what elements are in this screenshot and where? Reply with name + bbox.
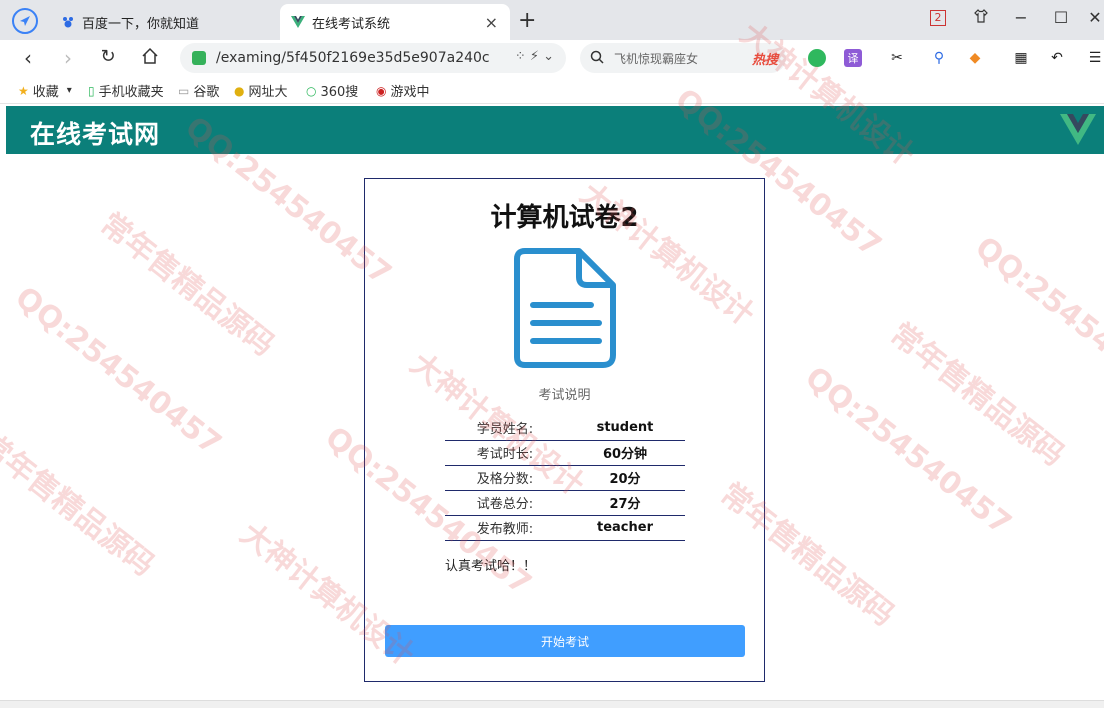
search360-icon: ○ xyxy=(306,83,317,98)
browser-tab-strip: 百度一下，你就知道 在线考试系统 × + 2 − ☐ ✕ xyxy=(0,0,1104,40)
close-tab-icon[interactable]: × xyxy=(485,13,498,32)
tab-exam-system[interactable]: 在线考试系统 × xyxy=(280,4,510,40)
row-value: student xyxy=(596,419,654,435)
forward-icon[interactable]: › xyxy=(56,46,80,70)
tab-title: 在线考试系统 xyxy=(312,16,391,32)
bookmark-label: 收藏 xyxy=(32,85,59,100)
secure-shield-icon xyxy=(192,51,206,65)
row-value: 27分 xyxy=(609,497,641,512)
game-icon: ◉ xyxy=(376,83,387,98)
chevron-down-icon[interactable]: ▾ xyxy=(67,85,72,96)
brand-title[interactable]: 在线考试网 xyxy=(30,115,160,151)
bookmark-favorites[interactable]: ★ 收藏 ▾ xyxy=(18,81,72,101)
watermark-text: 常年售精品源码 xyxy=(93,206,281,364)
watermark-text: 常年售精品源码 xyxy=(883,316,1071,474)
search-icon xyxy=(590,50,604,67)
magnifier-icon[interactable]: ⚲ xyxy=(930,49,948,67)
tab-title: 百度一下，你就知道 xyxy=(82,16,200,32)
hot-search-badge[interactable]: 热搜 xyxy=(752,49,778,68)
tab-baidu[interactable]: 百度一下，你就知道 xyxy=(52,4,278,40)
page-icon: ▭ xyxy=(178,83,190,98)
start-exam-button[interactable]: 开始考试 xyxy=(385,625,745,657)
translate-icon[interactable]: 译 xyxy=(844,49,862,67)
url-actions-icon[interactable]: ⁘ ⚡ ⌄ xyxy=(515,49,554,64)
exam-description-label: 考试说明 xyxy=(538,388,591,403)
new-tab-button[interactable]: + xyxy=(518,8,536,33)
address-bar: ‹ › ↻ /examing/5f450f2169e35d5e907a240c … xyxy=(0,40,1104,76)
url-text: /examing/5f450f2169e35d5e907a240c xyxy=(216,50,490,66)
web-icon: ● xyxy=(234,83,245,98)
extension-green-icon[interactable] xyxy=(808,49,826,67)
home-icon[interactable] xyxy=(138,46,162,70)
watermark-text: QQ:254540457 xyxy=(8,280,228,463)
table-row: 学员姓名: student xyxy=(445,415,685,440)
status-bar xyxy=(0,700,1104,708)
row-value: teacher xyxy=(597,520,653,535)
table-row: 及格分数: 20分 xyxy=(445,465,685,490)
reload-icon[interactable]: ↻ xyxy=(96,46,120,67)
bookmark-label: 手机收藏夹 xyxy=(98,85,164,100)
vue-logo-icon xyxy=(1060,112,1096,150)
row-key: 试卷总分: xyxy=(476,497,534,512)
back-icon[interactable]: ‹ xyxy=(16,46,40,70)
table-row: 发布教师: teacher xyxy=(445,515,685,540)
row-value: 60分钟 xyxy=(602,447,648,462)
bookmark-label: 谷歌 xyxy=(193,85,220,100)
search-placeholder: 飞机惊现霸座女 xyxy=(614,51,699,66)
close-window-icon[interactable]: ✕ xyxy=(1084,8,1104,27)
paper-title: 计算机试卷2 xyxy=(490,203,639,233)
bookmark-mobile[interactable]: ▯ 手机收藏夹 xyxy=(88,81,164,101)
star-icon: ★ xyxy=(18,83,29,98)
table-row: 考试时长: 60分钟 xyxy=(445,440,685,465)
exam-info-table: 学员姓名: student 考试时长: 60分钟 及格分数: 20分 试卷总分:… xyxy=(445,415,685,541)
bookmarks-bar: ★ 收藏 ▾ ▯ 手机收藏夹 ▭ 谷歌 ● 网址大 ○ 360搜 ◉ 游戏中 xyxy=(0,76,1104,104)
bookmark-games[interactable]: ◉ 游戏中 xyxy=(376,81,430,101)
bookmark-label: 网址大 xyxy=(248,85,288,100)
bookmark-google[interactable]: ▭ 谷歌 xyxy=(178,81,220,101)
browser-search-input[interactable]: 飞机惊现霸座女 热搜 xyxy=(580,43,786,73)
undo-icon[interactable]: ↶ xyxy=(1048,49,1066,67)
phone-icon: ▯ xyxy=(88,83,95,98)
browser-logo-icon[interactable] xyxy=(12,8,38,34)
table-row: 试卷总分: 27分 xyxy=(445,490,685,515)
bookmark-label: 游戏中 xyxy=(390,85,430,100)
minimize-icon[interactable]: − xyxy=(1010,8,1032,27)
paw-icon xyxy=(60,14,76,30)
watermark-text: 常年售精品源码 xyxy=(0,426,161,584)
menu-icon[interactable]: ☰ xyxy=(1086,49,1104,67)
watermark-text: QQ:254540457 xyxy=(798,360,1018,543)
row-key: 考试时长: xyxy=(476,447,534,462)
gamepad-icon[interactable]: ◆ xyxy=(966,49,984,67)
scissors-icon[interactable]: ✂ xyxy=(888,49,906,67)
exam-note: 认真考试哈！！ xyxy=(445,559,537,574)
tab-count-badge[interactable]: 2 xyxy=(930,10,946,26)
vue-icon xyxy=(290,14,306,30)
row-key: 及格分数: xyxy=(476,472,534,487)
bookmark-360[interactable]: ○ 360搜 xyxy=(306,81,359,101)
row-key: 学员姓名: xyxy=(476,421,534,437)
maximize-icon[interactable]: ☐ xyxy=(1050,8,1072,27)
shirt-icon[interactable] xyxy=(970,8,992,28)
url-input[interactable]: /examing/5f450f2169e35d5e907a240c ⁘ ⚡ ⌄ xyxy=(180,43,566,73)
grid-apps-icon[interactable]: ▦ xyxy=(1012,49,1030,67)
document-icon xyxy=(513,247,617,373)
app-header: 在线考试网 xyxy=(6,106,1104,154)
bookmark-sites[interactable]: ● 网址大 xyxy=(234,81,288,101)
row-value: 20分 xyxy=(609,472,641,487)
bookmark-label: 360搜 xyxy=(320,85,359,100)
row-key: 发布教师: xyxy=(476,522,534,537)
watermark-text: QQ:254540457 xyxy=(968,230,1104,413)
exam-card: 计算机试卷2 考试说明 学员姓名: student 考试时长: 60分钟 及格分… xyxy=(364,178,765,682)
